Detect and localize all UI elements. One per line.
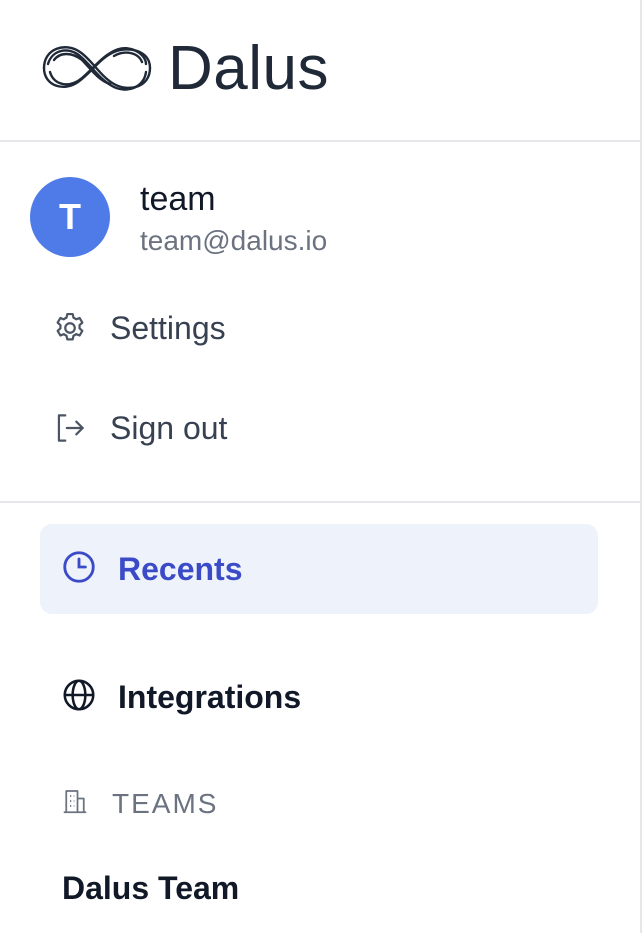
settings-button[interactable]: Settings xyxy=(50,308,226,348)
divider xyxy=(0,501,640,503)
teams-section-header: TEAMS xyxy=(60,786,218,821)
user-name: team xyxy=(140,180,216,218)
profile-text: team team@dalus.io xyxy=(140,179,327,261)
teams-header-label: TEAMS xyxy=(112,787,219,819)
gear-icon xyxy=(50,308,90,348)
nav-item-integrations[interactable]: Integrations xyxy=(60,676,301,719)
settings-label: Settings xyxy=(110,309,226,346)
clock-icon xyxy=(60,548,98,591)
dalus-wave-logo-icon xyxy=(42,46,152,91)
sign-out-icon xyxy=(50,408,90,448)
avatar: T xyxy=(30,177,110,257)
building-icon xyxy=(60,786,90,821)
divider xyxy=(0,140,640,142)
nav-item-integrations-label: Integrations xyxy=(118,679,302,715)
sign-out-button[interactable]: Sign out xyxy=(50,408,227,448)
team-item-dalus-team[interactable]: Dalus Team xyxy=(62,870,239,907)
nav-item-recents[interactable]: Recents xyxy=(40,524,598,614)
user-profile: T team team@dalus.io xyxy=(30,177,327,261)
nav-item-recents-label: Recents xyxy=(118,550,243,587)
sidebar: Dalus T team team@dalus.io Settings Sign… xyxy=(0,0,642,933)
sign-out-label: Sign out xyxy=(110,409,228,446)
user-email: team@dalus.io xyxy=(140,225,328,256)
brand-logo[interactable]: Dalus xyxy=(40,38,329,100)
globe-icon xyxy=(60,676,98,719)
brand-name: Dalus xyxy=(168,34,330,103)
